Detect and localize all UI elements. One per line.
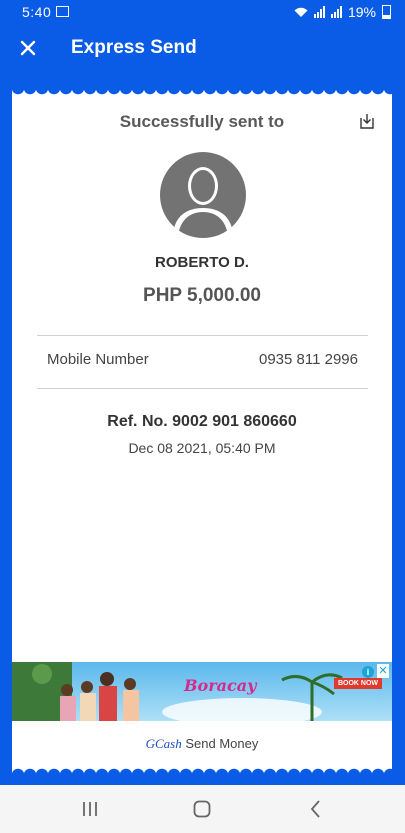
footer-text: Send Money	[185, 736, 259, 751]
reference-number: Ref. No. 9002 901 860660	[107, 413, 297, 430]
battery-percent: 19%	[347, 4, 376, 20]
amount-sent: PHP 5,000.00	[143, 285, 261, 306]
avatar	[160, 152, 246, 238]
gcash-logo: GCash	[145, 736, 182, 751]
ad-headline: Boracay	[184, 676, 257, 695]
download-icon[interactable]	[358, 112, 376, 130]
mobile-number-label: Mobile Number	[47, 351, 149, 368]
ad-banner[interactable]: Boracay BOOK NOW i ✕	[12, 662, 392, 721]
home-icon[interactable]	[190, 797, 214, 821]
back-icon[interactable]	[304, 797, 328, 821]
battery-icon	[382, 5, 391, 19]
page-title: Express Send	[71, 37, 197, 58]
mobile-number-value: 0935 811 2996	[259, 351, 358, 368]
receipt-card: Successfully sent to ROBERTO D. PHP 5,00…	[12, 88, 392, 775]
status-bar: 5:40 19%	[0, 0, 405, 24]
transaction-date: Dec 08 2021, 05:40 PM	[128, 440, 276, 456]
ad-info-icon[interactable]: i	[362, 666, 374, 678]
receipt-top-edge	[12, 88, 392, 98]
recipient-name: ROBERTO D.	[155, 254, 249, 271]
book-now-button[interactable]: BOOK NOW	[333, 678, 382, 689]
divider	[37, 388, 368, 389]
recent-apps-icon[interactable]	[78, 797, 102, 821]
system-nav-bar	[0, 785, 405, 833]
wifi-icon	[294, 7, 308, 17]
receipt-footer: GCash Send Money	[12, 736, 392, 752]
ad-close-icon[interactable]: ✕	[377, 664, 389, 678]
receipt-bottom-edge	[12, 765, 392, 775]
signal-icon-2	[330, 6, 342, 18]
app-bar: Express Send	[0, 24, 405, 76]
signal-icon	[313, 6, 325, 18]
success-heading: Successfully sent to	[119, 112, 285, 131]
close-icon[interactable]	[16, 36, 40, 60]
divider	[37, 335, 368, 336]
status-icons: 19%	[294, 4, 391, 20]
image-notification-icon	[56, 6, 69, 17]
status-time: 5:40	[22, 4, 52, 20]
